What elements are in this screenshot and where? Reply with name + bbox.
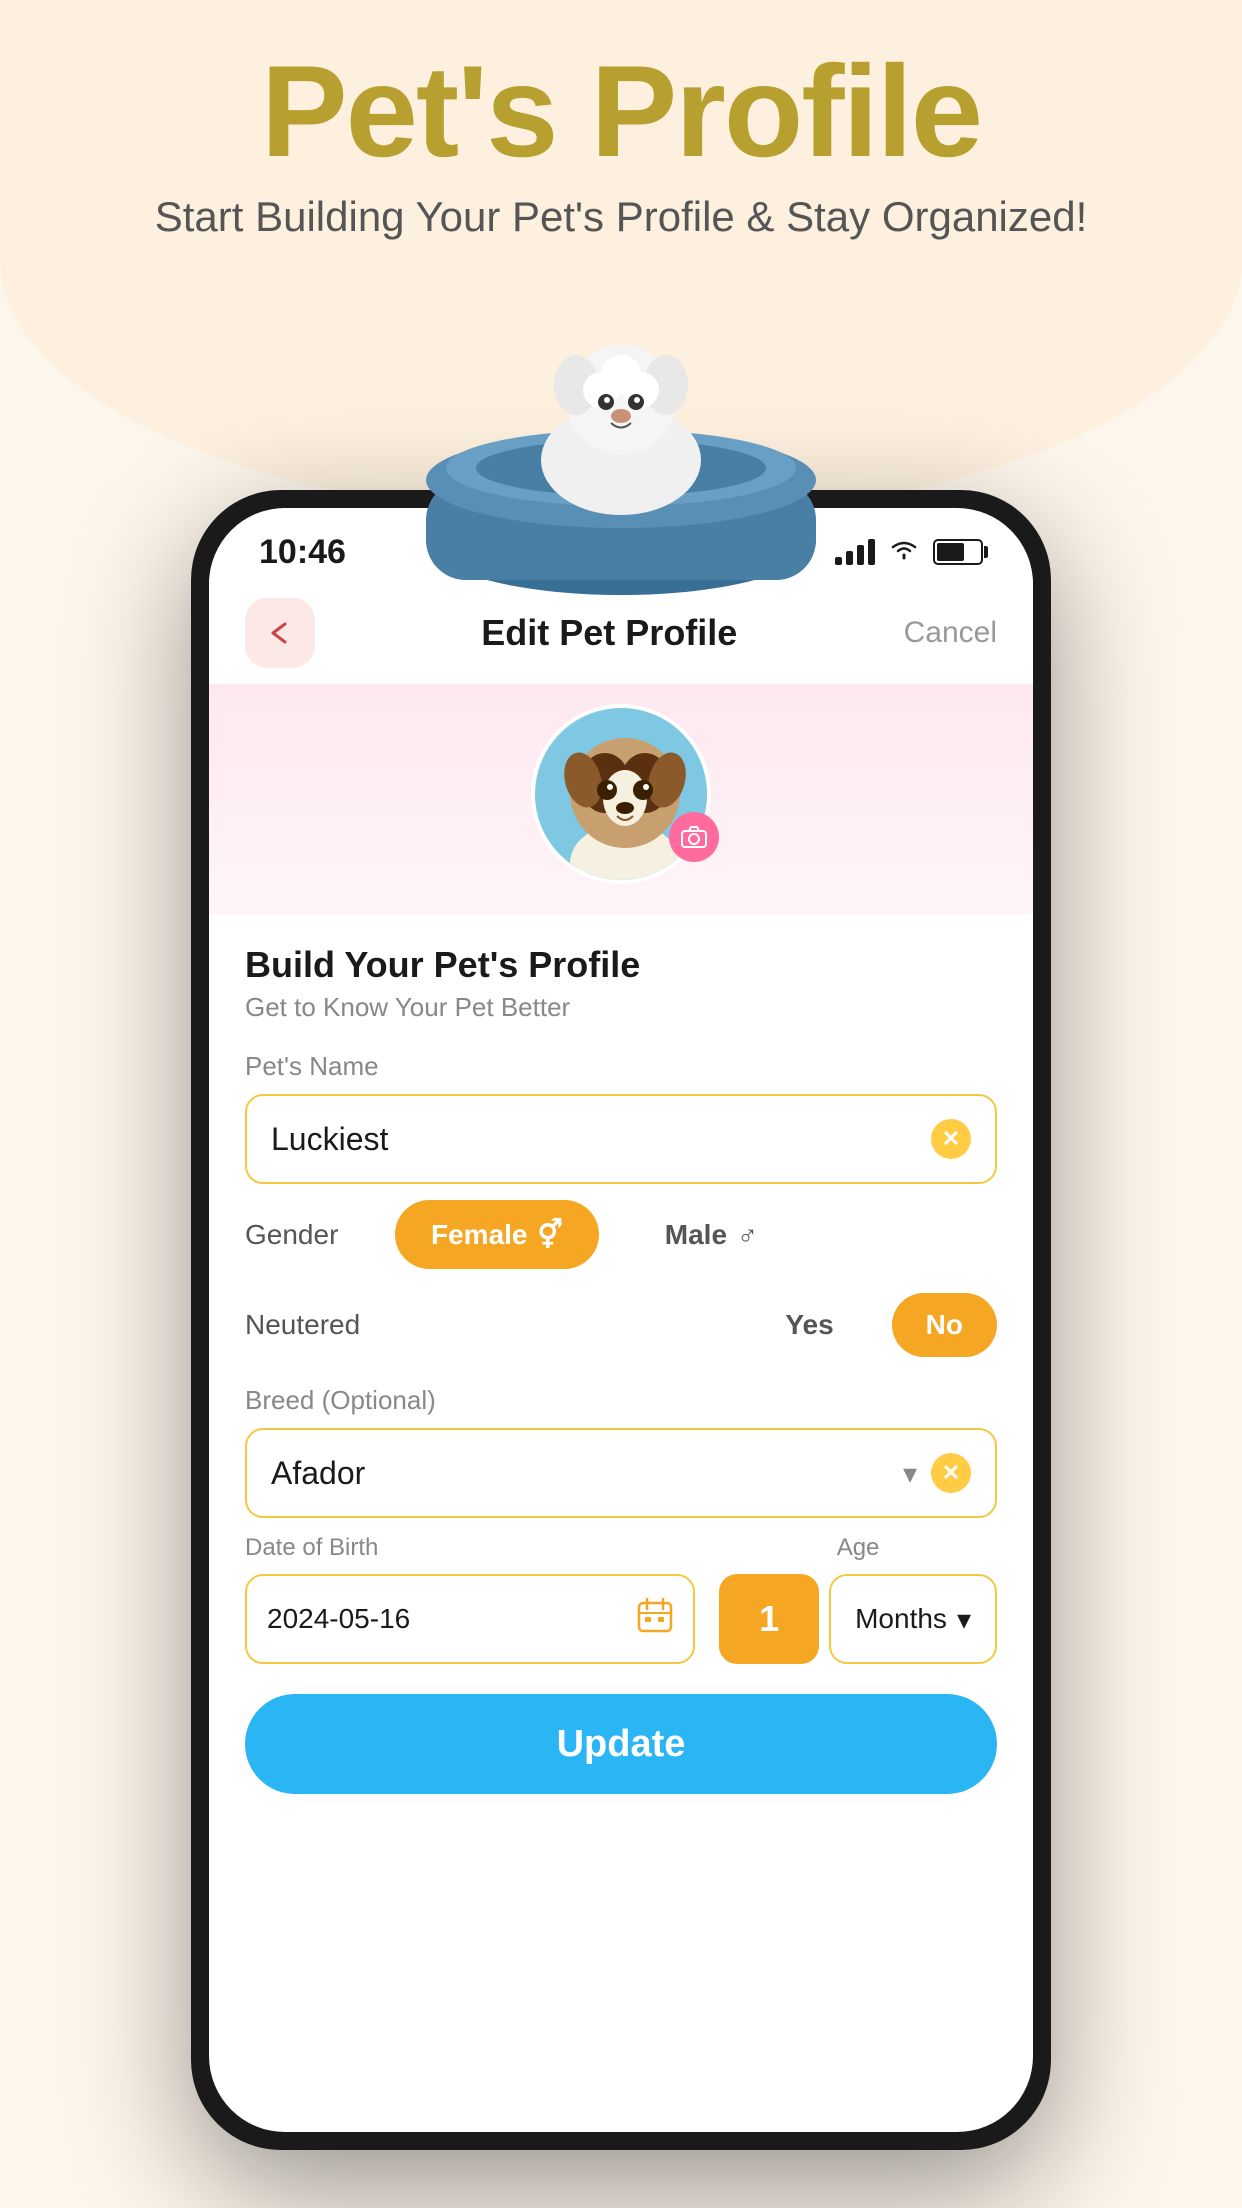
female-icon: ⚥ (538, 1218, 563, 1251)
pet-name-label: Pet's Name (245, 1051, 997, 1082)
gender-female-button[interactable]: Female ⚥ (395, 1200, 599, 1269)
age-unit-dropdown[interactable]: Months ▾ (829, 1574, 997, 1664)
phone-screen: 10:46 (209, 508, 1033, 2132)
section-title: Build Your Pet's Profile (245, 944, 997, 986)
pet-name-clear-button[interactable]: ✕ (931, 1119, 971, 1159)
section-subtitle: Get to Know Your Pet Better (245, 992, 997, 1023)
neutered-row: Neutered Yes No (245, 1293, 997, 1357)
breed-clear-button[interactable]: ✕ (931, 1453, 971, 1493)
gender-male-button[interactable]: Male ♂ (629, 1201, 794, 1269)
gender-female-label: Female (431, 1219, 528, 1251)
dob-column: Date of Birth 2024-05-16 (245, 1534, 695, 1664)
update-label: Update (557, 1723, 686, 1766)
breed-dropdown[interactable]: Afador ▾ ✕ (245, 1428, 997, 1518)
dob-input[interactable]: 2024-05-16 (245, 1574, 695, 1664)
age-fields: 1 Months ▾ (719, 1574, 997, 1664)
gender-row: Gender Female ⚥ Male ♂ (245, 1200, 997, 1269)
dob-label: Date of Birth (245, 1534, 695, 1562)
camera-button[interactable] (669, 812, 719, 862)
status-time: 10:46 (259, 533, 346, 572)
avatar-container (531, 704, 711, 884)
neutered-label: Neutered (245, 1309, 727, 1341)
calendar-icon (637, 1597, 673, 1641)
breed-value: Afador (271, 1455, 365, 1492)
gender-label: Gender (245, 1219, 365, 1251)
header-area: Pet's Profile Start Building Your Pet's … (0, 40, 1242, 241)
battery-icon (933, 539, 983, 565)
page-subtitle: Start Building Your Pet's Profile & Stay… (0, 193, 1242, 241)
update-button[interactable]: Update (245, 1694, 997, 1794)
breed-dropdown-arrow: ▾ (903, 1457, 917, 1490)
neutered-yes-button[interactable]: Yes (751, 1293, 867, 1357)
dog-illustration (491, 320, 751, 520)
age-label: Age (719, 1534, 997, 1562)
pet-name-value: Luckiest (271, 1121, 388, 1158)
age-column: Age 1 Months ▾ (719, 1534, 997, 1664)
phone-outer: 10:46 (191, 490, 1051, 2150)
age-value: 1 (759, 1598, 779, 1640)
dob-age-container: Date of Birth 2024-05-16 (245, 1534, 997, 1664)
phone-wrapper: 10:46 (191, 490, 1051, 2150)
back-button[interactable] (245, 598, 315, 668)
wifi-icon (889, 536, 919, 568)
pet-name-input[interactable]: Luckiest ✕ (245, 1094, 997, 1184)
page-title: Pet's Profile (0, 40, 1242, 183)
age-unit-label: Months (855, 1603, 947, 1635)
male-icon: ♂ (737, 1219, 758, 1251)
cancel-button[interactable]: Cancel (904, 616, 997, 650)
dob-value: 2024-05-16 (267, 1603, 410, 1635)
profile-photo-area (209, 684, 1033, 914)
neutered-no-button[interactable]: No (892, 1293, 997, 1357)
gender-male-label: Male (665, 1219, 727, 1251)
age-unit-arrow: ▾ (957, 1603, 971, 1636)
hero-image-area (411, 280, 831, 600)
status-icons (835, 536, 983, 568)
app-content: Edit Pet Profile Cancel (209, 578, 1033, 1794)
nav-title: Edit Pet Profile (481, 612, 737, 654)
breed-label: Breed (Optional) (245, 1385, 997, 1416)
signal-icon (835, 539, 875, 565)
age-number-input[interactable]: 1 (719, 1574, 819, 1664)
